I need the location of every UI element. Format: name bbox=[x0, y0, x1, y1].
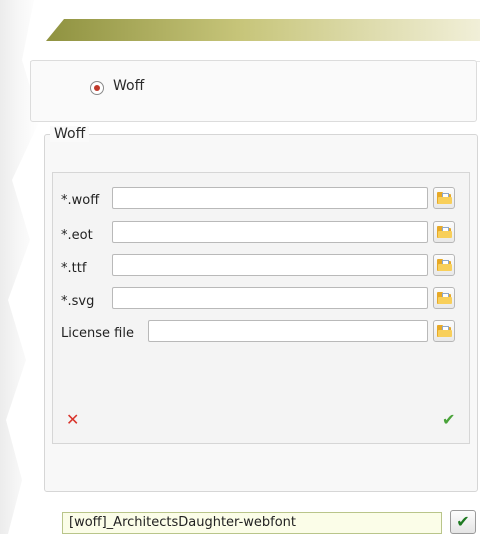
woff-file-input[interactable] bbox=[112, 187, 428, 209]
folder-icon bbox=[437, 325, 452, 337]
eot-file-label: *.eot bbox=[61, 228, 93, 243]
folder-icon bbox=[437, 292, 452, 304]
confirm-check-icon[interactable]: ✔ bbox=[442, 410, 455, 429]
woff-group-title: Woff bbox=[50, 126, 90, 142]
woff-file-label: *.woff bbox=[61, 193, 100, 208]
ok-check-button[interactable]: ✔ bbox=[450, 510, 476, 534]
woff-radio-button[interactable] bbox=[90, 81, 104, 95]
header-accent-bar bbox=[46, 19, 480, 41]
ttf-browse-button[interactable] bbox=[433, 254, 455, 276]
svg-file-input[interactable] bbox=[112, 287, 428, 309]
woff-browse-button[interactable] bbox=[433, 187, 455, 209]
cancel-x-icon[interactable]: ✕ bbox=[66, 410, 79, 429]
folder-icon bbox=[437, 192, 452, 204]
eot-browse-button[interactable] bbox=[433, 221, 455, 243]
svg-file-label: *.svg bbox=[61, 294, 95, 309]
selected-font-field[interactable]: [woff]_ArchitectsDaughter-webfont bbox=[62, 512, 442, 534]
license-browse-button[interactable] bbox=[433, 320, 455, 342]
ttf-file-label: *.ttf bbox=[61, 261, 87, 276]
eot-file-input[interactable] bbox=[112, 221, 428, 243]
folder-icon bbox=[437, 259, 452, 271]
header-strip bbox=[30, 41, 480, 62]
woff-radio-label[interactable]: Woff bbox=[113, 78, 144, 94]
check-icon: ✔ bbox=[456, 512, 470, 531]
license-file-label: License file bbox=[61, 326, 134, 341]
license-file-input[interactable] bbox=[148, 320, 428, 342]
folder-icon bbox=[437, 226, 452, 238]
ttf-file-input[interactable] bbox=[112, 254, 428, 276]
svg-browse-button[interactable] bbox=[433, 287, 455, 309]
